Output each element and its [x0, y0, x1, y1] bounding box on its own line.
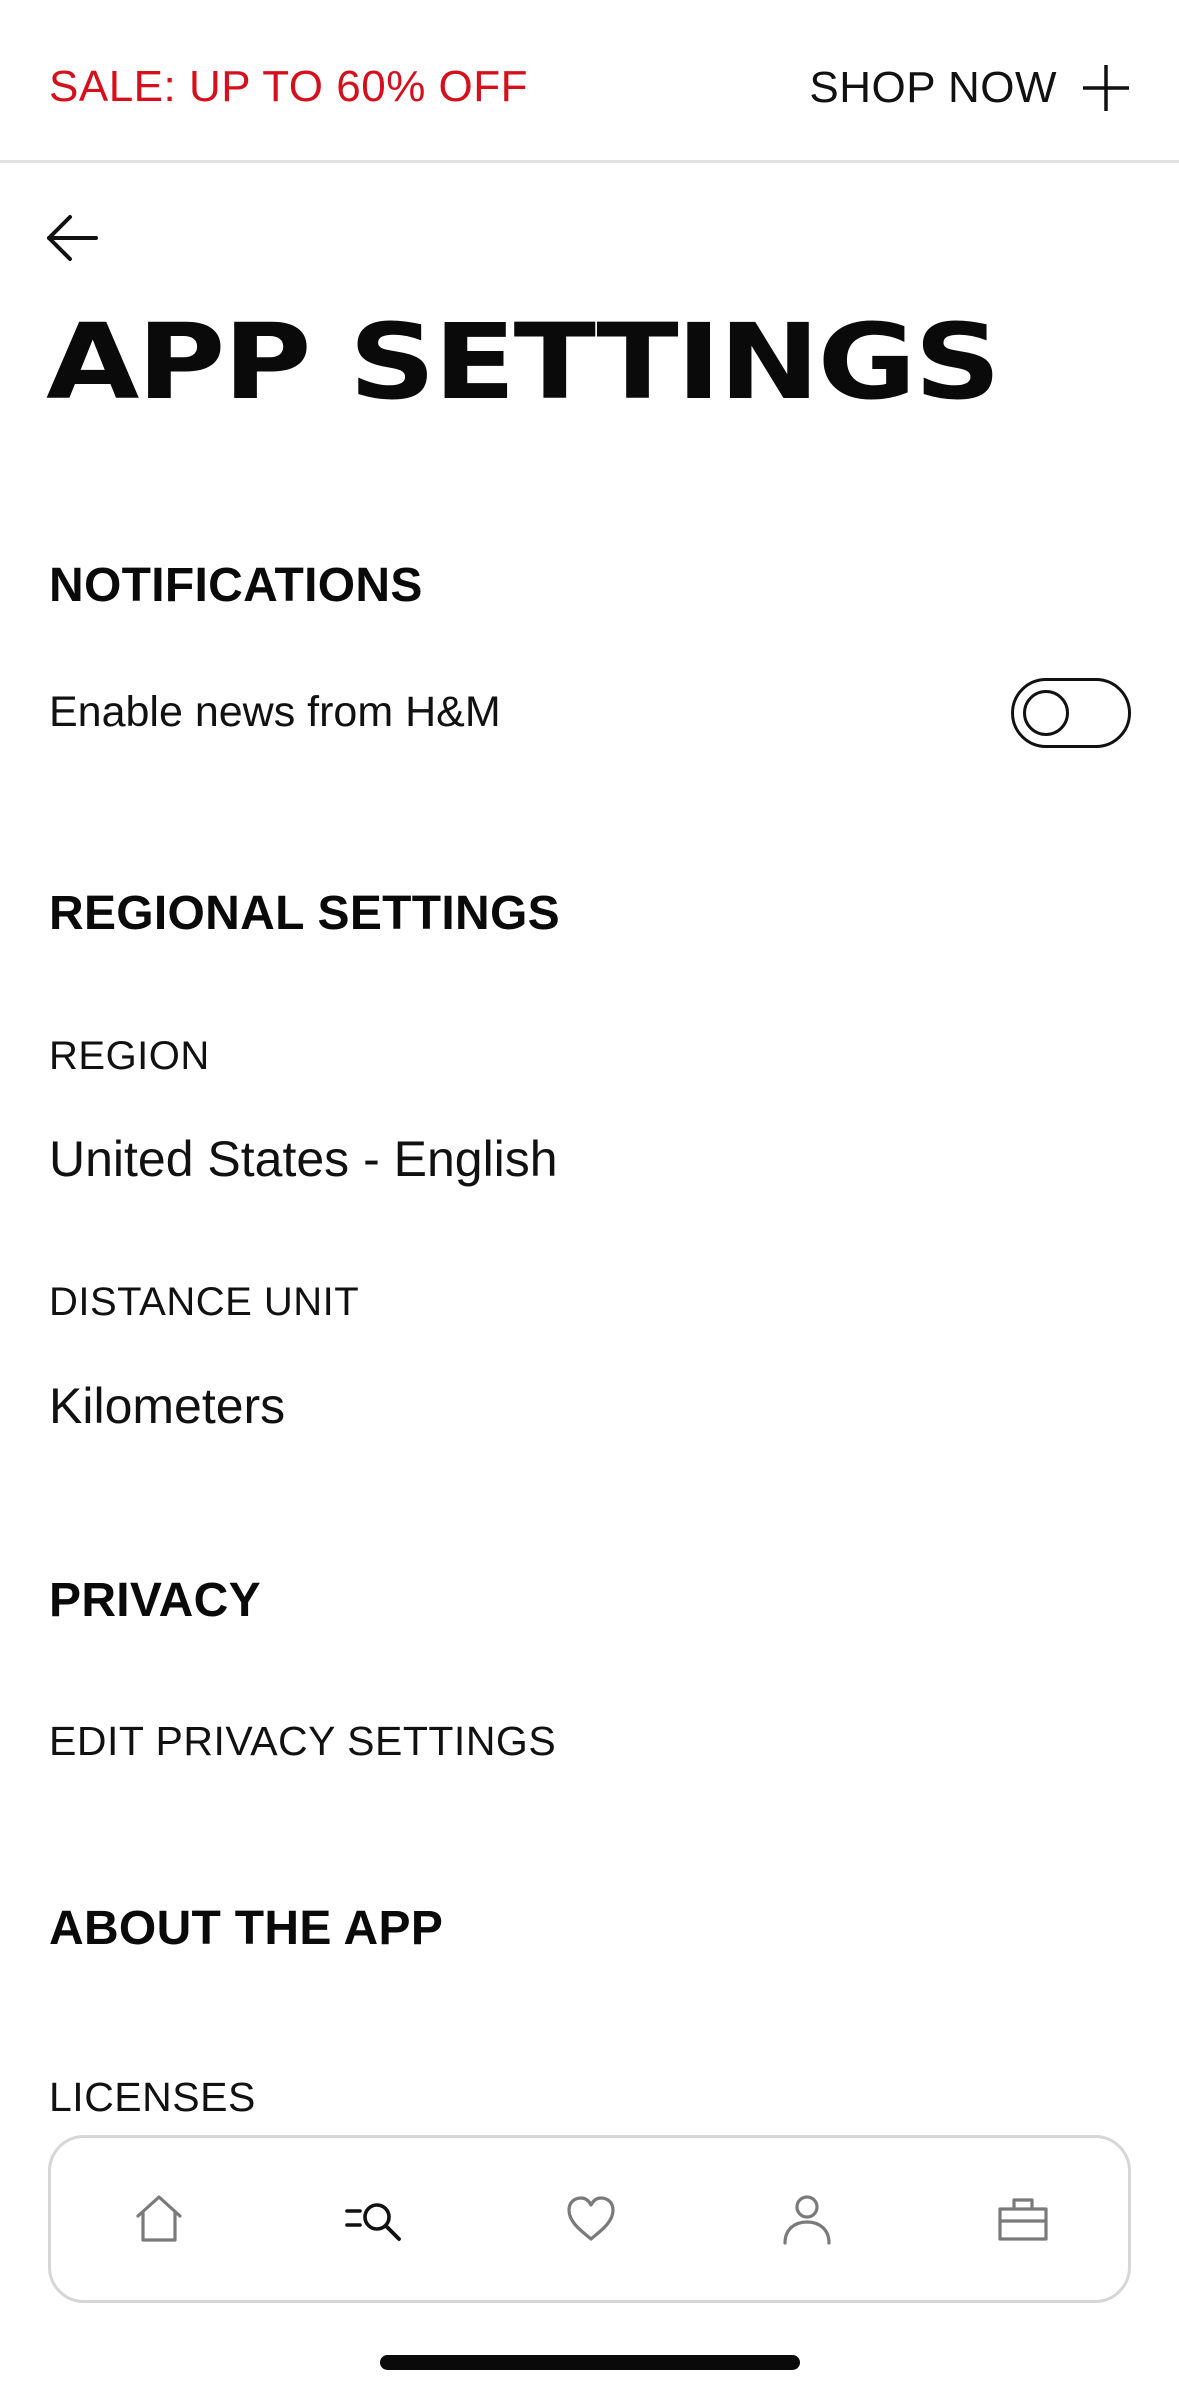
- nav-home[interactable]: [124, 2184, 194, 2254]
- heart-icon: [567, 2196, 615, 2241]
- promo-banner[interactable]: SALE: UP TO 60% OFF SHOP NOW: [0, 0, 1179, 163]
- arrow-left-icon[interactable]: [44, 210, 100, 266]
- privacy-heading: PRIVACY: [49, 1574, 261, 1627]
- enable-news-label: Enable news from H&M: [49, 688, 501, 736]
- distance-unit-value[interactable]: Kilometers: [49, 1377, 285, 1435]
- menu-search-icon: [345, 2203, 401, 2241]
- distance-unit-label: DISTANCE UNIT: [49, 1280, 360, 1324]
- nav-menu-search[interactable]: [340, 2184, 410, 2254]
- regional-settings-heading: REGIONAL SETTINGS: [49, 887, 560, 940]
- region-label: REGION: [49, 1034, 210, 1078]
- plus-icon: [1083, 65, 1129, 111]
- person-icon: [783, 2195, 831, 2245]
- toggle-knob: [1023, 690, 1069, 736]
- app-settings-screen: SALE: UP TO 60% OFF SHOP NOW APP SETTING…: [0, 0, 1179, 2396]
- page-title: APP SETTINGS: [46, 301, 1001, 423]
- nav-shopping-bag[interactable]: [988, 2184, 1058, 2254]
- home-icon: [136, 2195, 182, 2242]
- shop-now-button[interactable]: SHOP NOW: [809, 58, 1131, 118]
- enable-news-toggle[interactable]: [1011, 678, 1131, 748]
- nav-account[interactable]: [772, 2184, 842, 2254]
- shopping-bag-icon: [998, 2198, 1048, 2241]
- promo-text: SALE: UP TO 60% OFF: [49, 62, 529, 111]
- about-app-heading: ABOUT THE APP: [49, 1902, 444, 1955]
- edit-privacy-settings-link[interactable]: EDIT PRIVACY SETTINGS: [49, 1718, 556, 1765]
- licenses-link[interactable]: LICENSES: [49, 2074, 256, 2121]
- notifications-heading: NOTIFICATIONS: [49, 559, 423, 612]
- nav-favorites[interactable]: [556, 2184, 626, 2254]
- bottom-nav-bar: [48, 2135, 1131, 2303]
- shop-now-label: SHOP NOW: [809, 63, 1057, 112]
- region-value[interactable]: United States - English: [49, 1130, 558, 1188]
- home-indicator[interactable]: [380, 2355, 800, 2370]
